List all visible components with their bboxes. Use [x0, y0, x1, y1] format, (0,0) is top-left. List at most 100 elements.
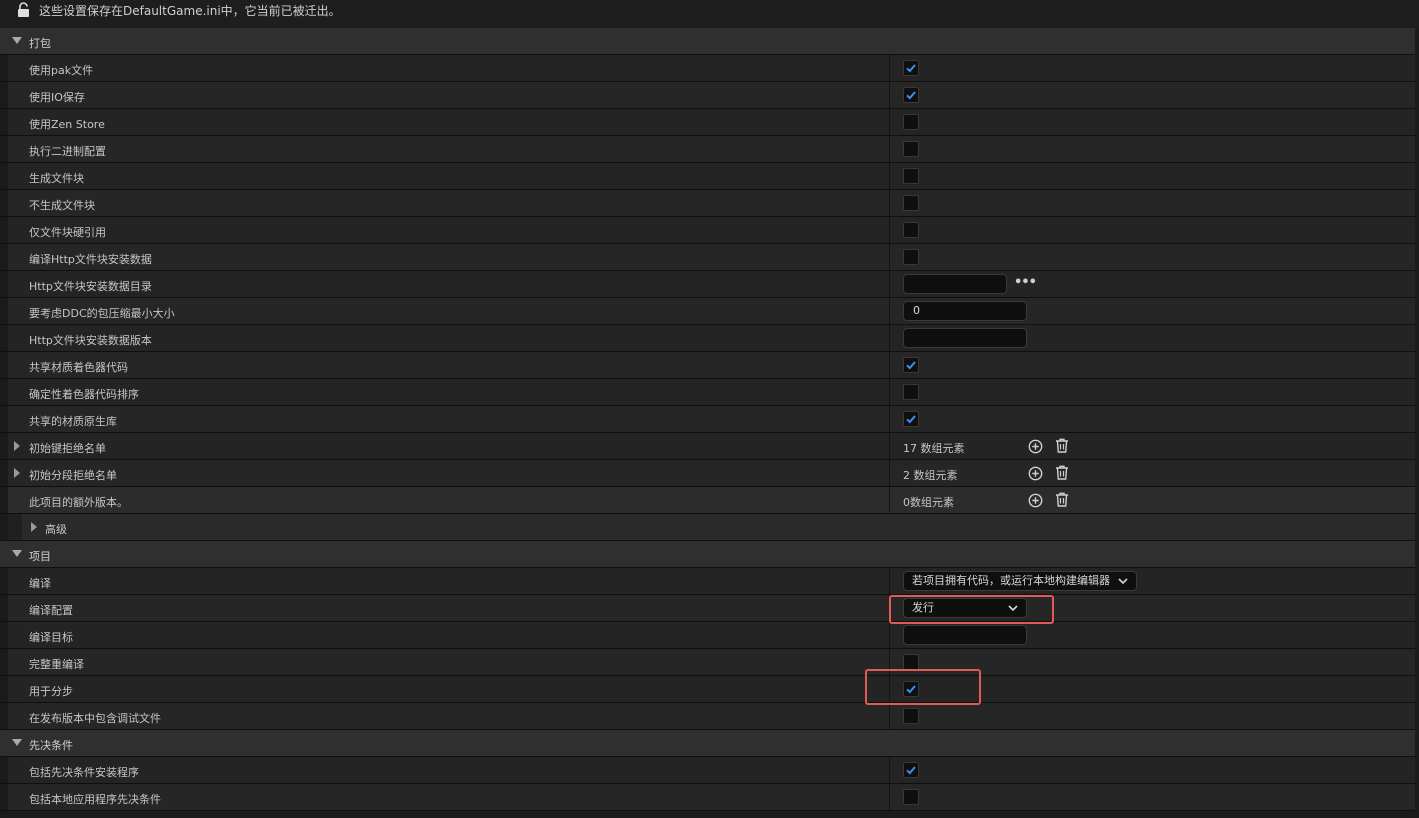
section-prerequisites[interactable]: 先决条件	[0, 730, 1419, 757]
chevron-down-icon	[1118, 578, 1128, 585]
property-label: 完整重编译	[29, 658, 84, 671]
row-use-pak: 使用pak文件	[0, 55, 1419, 82]
array-count: 2 数组元素	[903, 469, 958, 482]
row-http-chunk-version: Http文件块安装数据版本	[0, 325, 1419, 352]
include-installer-checkbox[interactable]	[903, 762, 919, 778]
no-chunks-checkbox[interactable]	[903, 195, 919, 211]
project-settings-panel: 这些设置保存在DefaultGame.ini中，它当前已被迁出。 打包 使用pa…	[0, 0, 1419, 818]
array-count: 0数组元素	[903, 496, 954, 509]
full-rebuild-checkbox[interactable]	[903, 654, 919, 670]
include-debug-checkbox[interactable]	[903, 708, 919, 724]
array-count: 17 数组元素	[903, 442, 965, 455]
chevron-down-icon	[1008, 605, 1018, 612]
use-io-store-checkbox[interactable]	[903, 87, 919, 103]
build-dropdown[interactable]: 若项目拥有代码，或运行本地构建编辑器	[903, 571, 1137, 591]
property-label: 编译目标	[29, 631, 73, 644]
http-chunk-version-input[interactable]	[903, 328, 1027, 348]
property-label: 使用IO保存	[29, 91, 85, 104]
property-label: 初始键拒绝名单	[29, 442, 106, 455]
trash-icon[interactable]	[1055, 438, 1069, 453]
row-for-distribution: 用于分步	[0, 676, 1419, 703]
section-title: 打包	[29, 37, 51, 50]
row-share-shader-code: 共享材质着色器代码	[0, 352, 1419, 379]
row-advanced[interactable]: 高级	[0, 514, 1419, 541]
expand-arrow-icon[interactable]	[31, 522, 37, 532]
row-shared-material-lib: 共享的材质原生库	[0, 406, 1419, 433]
unlock-icon[interactable]	[17, 2, 31, 18]
browse-button[interactable]: •••	[1014, 275, 1037, 290]
http-chunk-dir-input[interactable]	[903, 274, 1007, 294]
checkmark-icon	[906, 685, 916, 694]
row-include-app-local: 包括本地应用程序先决条件	[0, 784, 1419, 811]
add-element-icon[interactable]	[1028, 439, 1043, 454]
chunk-hard-refs-checkbox[interactable]	[903, 222, 919, 238]
use-pak-checkbox[interactable]	[903, 60, 919, 76]
property-label: Http文件块安装数据目录	[29, 280, 152, 293]
share-shader-code-checkbox[interactable]	[903, 357, 919, 373]
row-build: 编译 若项目拥有代码，或运行本地构建编辑器	[0, 568, 1419, 595]
property-label: 确定性着色器代码排序	[29, 388, 139, 401]
row-initial-chunk-denylist: 初始分段拒绝名单 2 数组元素	[0, 460, 1419, 487]
build-target-input[interactable]	[903, 625, 1027, 645]
row-build-target: 编译目标	[0, 622, 1419, 649]
advanced-label: 高级	[45, 523, 67, 536]
property-label: 共享材质着色器代码	[29, 361, 128, 374]
property-label: 编译	[29, 577, 51, 590]
http-chunk-install-checkbox[interactable]	[903, 249, 919, 265]
section-packaging[interactable]: 打包	[0, 28, 1419, 55]
checkmark-icon	[906, 415, 916, 424]
row-http-chunk-install: 编译Http文件块安装数据	[0, 244, 1419, 271]
include-app-local-checkbox[interactable]	[903, 789, 919, 805]
property-label: 仅文件块硬引用	[29, 226, 106, 239]
property-label: 生成文件块	[29, 172, 84, 185]
expand-arrow-icon[interactable]	[14, 441, 20, 451]
property-label: 共享的材质原生库	[29, 415, 117, 428]
dropdown-value: 发行	[912, 601, 934, 614]
property-label: 编译Http文件块安装数据	[29, 253, 152, 266]
row-chunk-hard-refs: 仅文件块硬引用	[0, 217, 1419, 244]
deterministic-shader-checkbox[interactable]	[903, 384, 919, 400]
property-label: 初始分段拒绝名单	[29, 469, 117, 482]
expand-arrow-icon[interactable]	[14, 468, 20, 478]
for-distribution-checkbox[interactable]	[903, 681, 919, 697]
row-include-debug: 在发布版本中包含调试文件	[0, 703, 1419, 730]
property-label: 包括先决条件安装程序	[29, 766, 139, 779]
section-project[interactable]: 项目	[0, 541, 1419, 568]
checkmark-icon	[906, 766, 916, 775]
row-deterministic-shader: 确定性着色器代码排序	[0, 379, 1419, 406]
use-zen-store-checkbox[interactable]	[903, 114, 919, 130]
row-full-rebuild: 完整重编译	[0, 649, 1419, 676]
property-label: 在发布版本中包含调试文件	[29, 712, 161, 725]
property-label: 此项目的额外版本。	[29, 496, 128, 509]
row-generate-chunks: 生成文件块	[0, 163, 1419, 190]
add-element-icon[interactable]	[1028, 493, 1043, 508]
row-no-chunks: 不生成文件块	[0, 190, 1419, 217]
property-label: 要考虑DDC的包压缩最小大小	[29, 307, 175, 320]
checkmark-icon	[906, 64, 916, 73]
row-extra-versions: 此项目的额外版本。 0数组元素	[0, 487, 1419, 514]
row-build-config: 编译配置 发行	[0, 595, 1419, 622]
shared-material-lib-checkbox[interactable]	[903, 411, 919, 427]
dropdown-value: 若项目拥有代码，或运行本地构建编辑器	[912, 574, 1110, 587]
ddc-min-size-input[interactable]: 0	[903, 301, 1027, 321]
property-label: 使用pak文件	[29, 64, 94, 77]
property-label: Http文件块安装数据版本	[29, 334, 152, 347]
property-label: 编译配置	[29, 604, 73, 617]
scrollbar[interactable]	[1415, 28, 1419, 818]
generate-chunks-checkbox[interactable]	[903, 168, 919, 184]
build-config-dropdown[interactable]: 发行	[903, 598, 1027, 618]
trash-icon[interactable]	[1055, 492, 1069, 507]
checkout-banner: 这些设置保存在DefaultGame.ini中，它当前已被迁出。	[0, 0, 1419, 28]
collapse-arrow-icon[interactable]	[12, 550, 22, 557]
add-element-icon[interactable]	[1028, 466, 1043, 481]
collapse-arrow-icon[interactable]	[12, 739, 22, 746]
row-binary-config: 执行二进制配置	[0, 136, 1419, 163]
binary-config-checkbox[interactable]	[903, 141, 919, 157]
property-label: 执行二进制配置	[29, 145, 106, 158]
collapse-arrow-icon[interactable]	[12, 37, 22, 44]
property-label: 包括本地应用程序先决条件	[29, 793, 161, 806]
row-http-chunk-dir: Http文件块安装数据目录 •••	[0, 271, 1419, 298]
row-use-io-store: 使用IO保存	[0, 82, 1419, 109]
settings-list: 打包 使用pak文件 使用IO保存 使用Zen Store 执行二进制配置 生成…	[0, 28, 1419, 811]
trash-icon[interactable]	[1055, 465, 1069, 480]
